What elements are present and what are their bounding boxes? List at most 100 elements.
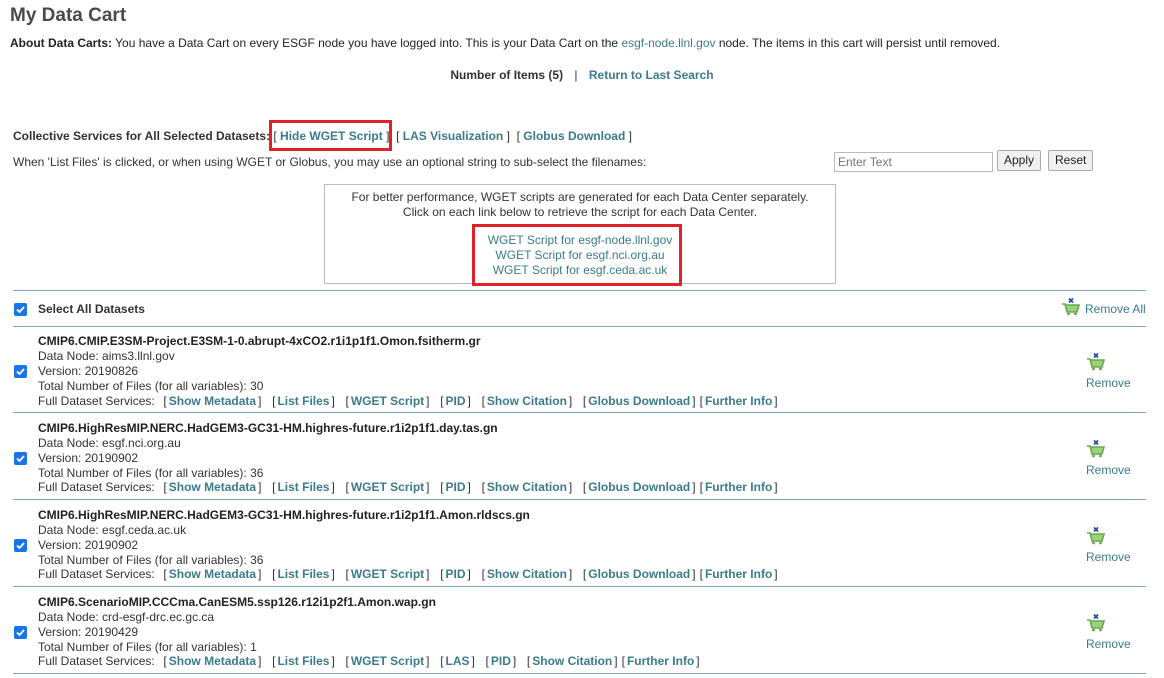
- dataset-file-count: Total Number of Files (for all variables…: [38, 466, 264, 480]
- remove-link[interactable]: Remove: [1086, 550, 1131, 564]
- dataset-checkbox[interactable]: [14, 365, 27, 378]
- dataset-version: Version: 20190826: [38, 364, 139, 378]
- pid-link[interactable]: PID: [491, 654, 511, 668]
- wget-script-link[interactable]: WGET Script: [351, 394, 424, 408]
- divider: [13, 290, 1146, 291]
- divider: [13, 499, 1146, 500]
- about-data-carts: About Data Carts: You have a Data Cart o…: [10, 36, 1000, 50]
- checkmark-icon: [16, 368, 25, 376]
- wget-info-line-2: Click on each link below to retrieve the…: [402, 205, 758, 219]
- las-visualization-link[interactable]: LAS Visualization: [403, 129, 503, 143]
- divider: [13, 586, 1146, 587]
- wget-script-link[interactable]: WGET Script: [351, 480, 424, 494]
- apply-button[interactable]: Apply: [997, 150, 1042, 171]
- las-link[interactable]: LAS: [446, 654, 470, 668]
- remove-link[interactable]: Remove: [1086, 463, 1131, 477]
- about-text-2: node. The items in this cart will persis…: [715, 36, 1001, 50]
- show-citation-link[interactable]: Show Citation: [487, 394, 567, 408]
- reset-button[interactable]: Reset: [1048, 150, 1094, 171]
- services-label: Full Dataset Services:: [38, 567, 155, 581]
- remove-link[interactable]: Remove: [1086, 376, 1131, 390]
- show-metadata-link[interactable]: Show Metadata: [169, 394, 256, 408]
- divider: [13, 412, 1146, 413]
- select-all-checkbox[interactable]: [14, 303, 27, 316]
- show-metadata-link[interactable]: Show Metadata: [169, 480, 256, 494]
- filename-filter-input[interactable]: [834, 152, 993, 172]
- wget-script-link[interactable]: WGET Script: [351, 567, 424, 581]
- globus-download-link[interactable]: Globus Download: [588, 394, 690, 408]
- cart-remove-icon[interactable]: [1086, 527, 1106, 545]
- services-label: Full Dataset Services:: [38, 654, 155, 668]
- dataset-title: CMIP6.HighResMIP.NERC.HadGEM3-GC31-HM.hi…: [38, 421, 498, 435]
- dataset-file-count: Total Number of Files (for all variables…: [38, 553, 264, 567]
- items-bar: Number of Items (5) | Return to Last Sea…: [0, 68, 1164, 82]
- subselect-text: When 'List Files' is clicked, or when us…: [13, 155, 647, 169]
- highlight-box-wget-links: [472, 224, 682, 286]
- dataset-title: CMIP6.CMIP.E3SM-Project.E3SM-1-0.abrupt-…: [38, 334, 481, 348]
- dataset-data-node: Data Node: esgf.nci.org.au: [38, 436, 181, 450]
- number-of-items: Number of Items (5): [450, 68, 564, 82]
- return-to-last-search-link[interactable]: Return to Last Search: [589, 68, 714, 82]
- page-title: My Data Cart: [10, 5, 127, 26]
- dataset-services: Full Dataset Services: [Show Metadata] […: [38, 394, 778, 408]
- pid-link[interactable]: PID: [446, 567, 466, 581]
- further-info-link[interactable]: Further Info: [627, 654, 694, 668]
- further-info-link[interactable]: Further Info: [705, 567, 772, 581]
- dataset-version: Version: 20190429: [38, 625, 139, 639]
- globus-download-link[interactable]: Globus Download: [588, 567, 690, 581]
- dataset-version: Version: 20190902: [38, 538, 139, 552]
- select-all-label: Select All Datasets: [38, 302, 145, 316]
- dataset-file-count: Total Number of Files (for all variables…: [38, 379, 264, 393]
- list-files-link[interactable]: List Files: [277, 654, 329, 668]
- about-label: About Data Carts:: [10, 36, 113, 50]
- cart-remove-icon[interactable]: [1086, 353, 1106, 371]
- dataset-data-node: Data Node: crd-esgf-drc.ec.gc.ca: [38, 610, 215, 624]
- remove-all-link[interactable]: Remove All: [1085, 302, 1146, 316]
- divider: [13, 673, 1146, 674]
- dataset-services: Full Dataset Services: [Show Metadata] […: [38, 567, 778, 581]
- show-citation-link[interactable]: Show Citation: [487, 567, 567, 581]
- further-info-link[interactable]: Further Info: [705, 480, 772, 494]
- show-metadata-link[interactable]: Show Metadata: [169, 567, 256, 581]
- services-label: Full Dataset Services:: [38, 480, 155, 494]
- pid-link[interactable]: PID: [446, 480, 466, 494]
- wget-script-link[interactable]: WGET Script: [351, 654, 424, 668]
- show-metadata-link[interactable]: Show Metadata: [169, 654, 256, 668]
- checkmark-icon: [16, 629, 25, 637]
- list-files-link[interactable]: List Files: [277, 480, 329, 494]
- show-citation-link[interactable]: Show Citation: [487, 480, 567, 494]
- dataset-data-node: Data Node: aims3.llnl.gov: [38, 349, 175, 363]
- dataset-checkbox[interactable]: [14, 539, 27, 552]
- cart-remove-icon[interactable]: [1061, 298, 1081, 316]
- checkmark-icon: [16, 455, 25, 463]
- node-link[interactable]: esgf-node.llnl.gov: [621, 36, 715, 50]
- dataset-checkbox[interactable]: [14, 452, 27, 465]
- list-files-link[interactable]: List Files: [277, 394, 329, 408]
- services-label: Full Dataset Services:: [38, 394, 155, 408]
- about-text-1: You have a Data Cart on every ESGF node …: [112, 36, 622, 50]
- divider: [13, 326, 1146, 327]
- globus-download-link[interactable]: Globus Download: [523, 129, 625, 143]
- checkmark-icon: [16, 542, 25, 550]
- dataset-data-node: Data Node: esgf.ceda.ac.uk: [38, 523, 187, 537]
- dataset-title: CMIP6.ScenarioMIP.CCCma.CanESM5.ssp126.r…: [38, 595, 436, 609]
- cart-remove-icon[interactable]: [1086, 440, 1106, 458]
- highlight-box-hide-wget: [269, 120, 392, 151]
- globus-download-link[interactable]: Globus Download: [588, 480, 690, 494]
- dataset-services: Full Dataset Services: [Show Metadata] […: [38, 654, 700, 668]
- cart-remove-icon[interactable]: [1086, 614, 1106, 632]
- further-info-link[interactable]: Further Info: [705, 394, 772, 408]
- dataset-title: CMIP6.HighResMIP.NERC.HadGEM3-GC31-HM.hi…: [38, 508, 530, 522]
- dataset-version: Version: 20190902: [38, 451, 139, 465]
- wget-info-line-1: For better performance, WGET scripts are…: [351, 190, 809, 204]
- dataset-checkbox[interactable]: [14, 626, 27, 639]
- dataset-file-count: Total Number of Files (for all variables…: [38, 640, 257, 654]
- pid-link[interactable]: PID: [446, 394, 466, 408]
- collective-label: Collective Services for All Selected Dat…: [13, 129, 271, 143]
- separator: |: [574, 68, 578, 82]
- checkmark-icon: [16, 306, 25, 314]
- list-files-link[interactable]: List Files: [277, 567, 329, 581]
- show-citation-link[interactable]: Show Citation: [532, 654, 612, 668]
- dataset-services: Full Dataset Services: [Show Metadata] […: [38, 480, 778, 494]
- remove-link[interactable]: Remove: [1086, 637, 1131, 651]
